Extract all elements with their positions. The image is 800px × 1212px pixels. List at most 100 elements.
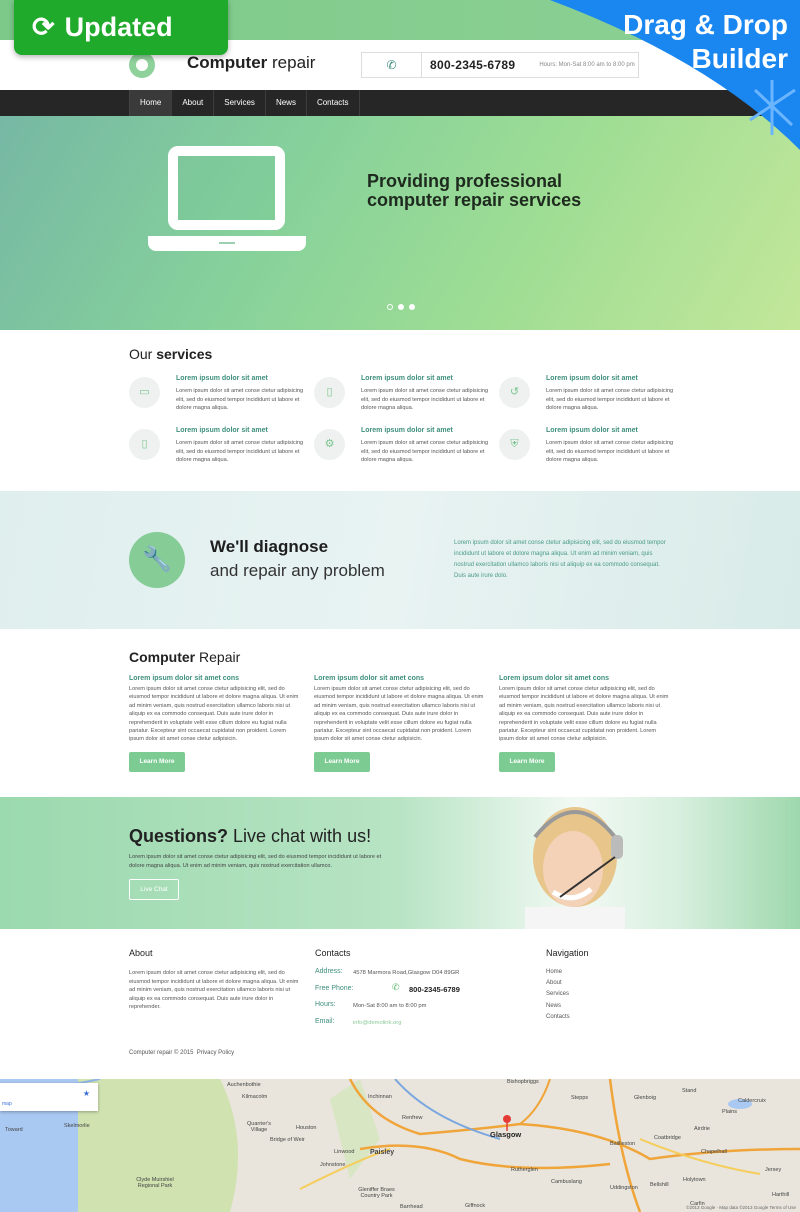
map-canvas[interactable] <box>0 1079 800 1212</box>
service-title[interactable]: Lorem ipsum dolor sit amet <box>176 427 268 434</box>
site-footer: About Lorem ipsum dolor sit amet conse c… <box>0 929 800 1079</box>
repair-column-text: Lorem ipsum dolor sit amet conse ctetur … <box>314 686 484 743</box>
service-title[interactable]: Lorem ipsum dolor sit amet <box>546 375 638 382</box>
builder-line-2: Builder <box>691 43 788 74</box>
shield-icon: ⛨ <box>499 429 530 460</box>
learn-more-button[interactable]: Learn More <box>499 752 555 772</box>
service-title[interactable]: Lorem ipsum dolor sit amet <box>176 375 268 382</box>
map-place-label: Plains <box>722 1109 737 1115</box>
map-place-label: Quarrier's Village <box>247 1121 271 1133</box>
service-text: Lorem ipsum dolor sit amet conse ctetur … <box>176 388 304 411</box>
service-text: Lorem ipsum dolor sit amet conse ctetur … <box>176 440 304 463</box>
logo-text[interactable]: Computer repair <box>187 53 315 73</box>
google-map[interactable]: map ★ Auchenbothie Kilmacolm Skelmorlie … <box>0 1079 800 1212</box>
free-phone-label: Free Phone: <box>315 985 354 992</box>
map-place-label: Bishopbriggs <box>507 1079 539 1085</box>
laptop-icon: ▭ <box>129 377 160 408</box>
refresh-icon: ⟳ <box>32 12 55 42</box>
map-attribution[interactable]: ©2013 Google · Map data ©2013 Google Ter… <box>686 1205 796 1210</box>
header-phone[interactable]: 800-2345-6789 <box>430 58 515 72</box>
diagnose-subheading: and repair any problem <box>210 561 385 580</box>
computer-repair-section: Computer Repair Lorem ipsum dolor sit am… <box>0 629 800 797</box>
logo-icon[interactable] <box>129 52 155 78</box>
live-chat-section: Questions? Live chat with us! Lorem ipsu… <box>0 797 800 929</box>
map-place-label: Coatbridge <box>654 1135 681 1141</box>
footer-nav-news[interactable]: News <box>546 1003 561 1009</box>
phone-icon: ✆ <box>392 982 400 992</box>
footer-nav-about[interactable]: About <box>546 980 562 986</box>
map-place-label: Glasgow <box>490 1130 522 1139</box>
repair-column-title: Lorem ipsum dolor sit amet cons <box>499 675 610 682</box>
slider-dot-2[interactable] <box>398 304 404 310</box>
slider-dots <box>387 304 415 310</box>
map-place-label: Paisley <box>370 1149 395 1156</box>
nav-contacts[interactable]: Contacts <box>307 90 360 116</box>
live-chat-button[interactable]: Live Chat <box>129 879 179 900</box>
map-place-label: Stepps <box>571 1095 589 1101</box>
service-text: Lorem ipsum dolor sit amet conse ctetur … <box>546 440 674 463</box>
nav-services[interactable]: Services <box>214 90 266 116</box>
map-place-label: Houston <box>296 1125 317 1131</box>
repair-column: Lorem ipsum dolor sit amet cons Lorem ip… <box>314 675 484 772</box>
repair-column-text: Lorem ipsum dolor sit amet conse ctetur … <box>129 686 299 743</box>
copyright: Computer repair © 2015 Privacy Policy <box>129 1050 235 1056</box>
privacy-policy-link[interactable]: Privacy Policy <box>197 1050 234 1056</box>
hero-title: Providing professional computer repair s… <box>367 171 582 210</box>
map-place-label: Auchenbothie <box>227 1082 261 1088</box>
repair-column-title: Lorem ipsum dolor sit amet cons <box>314 675 425 682</box>
nav-news[interactable]: News <box>266 90 307 116</box>
slider-dot-1[interactable] <box>387 304 393 310</box>
service-title[interactable]: Lorem ipsum dolor sit amet <box>361 427 453 434</box>
diagnose-text: Lorem ipsum dolor sit amet conse ctetur … <box>454 540 666 579</box>
nav-about[interactable]: About <box>172 90 215 116</box>
footer-nav-home[interactable]: Home <box>546 969 562 975</box>
service-title[interactable]: Lorem ipsum dolor sit amet <box>546 427 638 434</box>
map-place-label: Uddingston <box>610 1185 638 1191</box>
map-place-label: Skelmorlie <box>64 1123 90 1129</box>
phone-icon: ▯ <box>129 429 160 460</box>
repair-column: Lorem ipsum dolor sit amet cons Lorem ip… <box>129 675 299 772</box>
map-place-label: Chapelhall <box>701 1149 727 1155</box>
address-label: Address: <box>315 968 343 975</box>
hours-value: Mon-Sat 8:00 am to 8:00 pm <box>353 1003 427 1009</box>
wrench-icon: 🔧 <box>129 532 185 588</box>
services-title: Our services <box>129 346 213 362</box>
map-place-label: Barrhead <box>400 1204 423 1210</box>
footer-nav-services[interactable]: Services <box>546 991 569 997</box>
map-place-label: Baillieston <box>610 1141 636 1147</box>
map-link[interactable]: map <box>2 1101 12 1107</box>
footer-nav-contacts[interactable]: Contacts <box>546 1014 570 1020</box>
laptop-base <box>148 236 306 251</box>
service-title[interactable]: Lorem ipsum dolor sit amet <box>361 375 453 382</box>
map-place-label: Kilmacolm <box>242 1094 268 1100</box>
map-place-label: Inchinnan <box>368 1094 392 1100</box>
diagnose-heading: We'll diagnose <box>210 537 329 556</box>
map-place-label: Jersey <box>765 1167 782 1173</box>
address-value: 4578 Marmora Road,Glasgow D04 89GR <box>353 970 460 976</box>
map-place-label: Stand <box>682 1088 697 1094</box>
phone-icon: ✆ <box>362 53 422 77</box>
map-place-label: Holytown <box>683 1177 706 1183</box>
email-link[interactable]: info@demolink.org <box>353 1020 401 1026</box>
map-place-label: Airdrie <box>694 1126 710 1132</box>
map-place-label: Rutherglen <box>511 1167 538 1173</box>
footer-about-text: Lorem ipsum dolor sit amet conse ctetur … <box>129 970 299 1010</box>
map-place-label: Gleniffer Braes Country Park <box>358 1187 395 1199</box>
slider-dot-3[interactable] <box>409 304 415 310</box>
questions-title: Questions? Live chat with us! <box>129 826 372 846</box>
learn-more-button[interactable]: Learn More <box>314 752 370 772</box>
repair-column-text: Lorem ipsum dolor sit amet conse ctetur … <box>499 686 669 743</box>
map-place-label: Glenboig <box>634 1095 657 1101</box>
footer-phone[interactable]: 800-2345-6789 <box>409 985 460 994</box>
support-agent-image <box>525 807 625 929</box>
map-place-label: Bridge of Weir <box>270 1137 305 1143</box>
nav-home[interactable]: Home <box>129 90 173 116</box>
updated-label: Updated <box>64 12 173 42</box>
star-icon[interactable]: ★ <box>83 1089 90 1098</box>
updated-badge: ⟳ Updated <box>14 0 228 55</box>
map-place-label: Renfrew <box>402 1115 423 1121</box>
learn-more-button[interactable]: Learn More <box>129 752 185 772</box>
diagnose-section: 🔧 We'll diagnose and repair any problem … <box>0 491 800 629</box>
service-text: Lorem ipsum dolor sit amet conse ctetur … <box>361 388 489 411</box>
map-place-label: Linwood <box>334 1149 355 1155</box>
